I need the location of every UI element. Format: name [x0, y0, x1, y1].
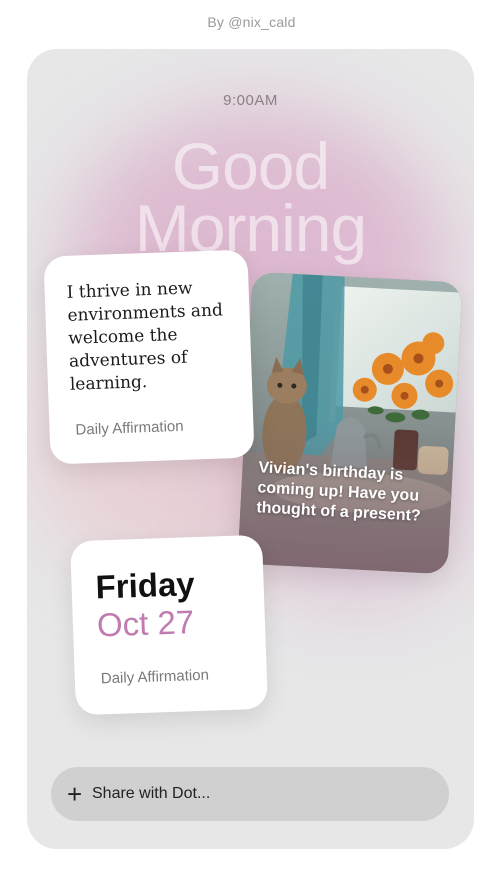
share-label: Share with Dot...	[92, 785, 211, 802]
clock-time: 9:00AM	[223, 92, 278, 109]
affirmation-quote: I thrive in new environments and welcome…	[66, 278, 224, 395]
photo-caption: Vivian's birthday is coming up! Have you…	[255, 459, 422, 525]
date-card-label: Daily Affirmation	[100, 666, 210, 688]
share-bar[interactable]: + Share with Dot...	[51, 767, 449, 821]
greeting-line-2: Morning	[134, 191, 367, 265]
cat-sunflowers-image	[237, 271, 463, 575]
affirmation-label: Daily Affirmation	[75, 417, 184, 439]
date-day: Friday	[94, 565, 196, 606]
date-card[interactable]: Friday Oct 27 Daily Affirmation	[70, 534, 268, 716]
photo-card[interactable]: Vivian's birthday is coming up! Have you…	[237, 271, 463, 575]
greeting-heading: Good Morning	[27, 129, 474, 265]
credit-text: By @nix_cald	[207, 14, 296, 30]
greeting-line-1: Good	[171, 129, 330, 203]
affirmation-card[interactable]: I thrive in new environments and welcome…	[43, 249, 255, 465]
plus-icon: +	[67, 779, 83, 809]
date-value: Oct 27	[96, 603, 195, 644]
